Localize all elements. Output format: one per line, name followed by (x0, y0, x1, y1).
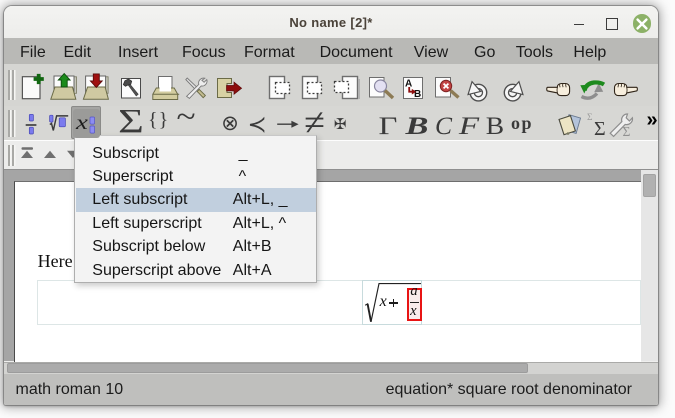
svg-text:B: B (414, 89, 421, 100)
